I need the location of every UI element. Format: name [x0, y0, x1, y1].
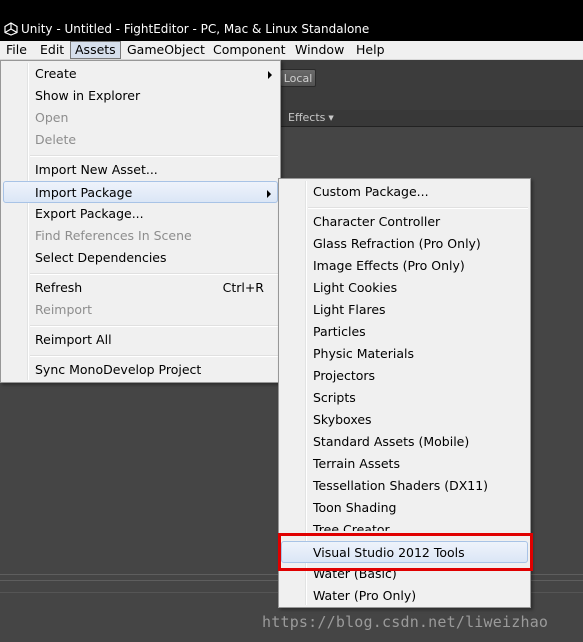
menu-item-label: Water (Pro Only) — [313, 588, 417, 603]
menu-item-label: Scripts — [313, 390, 356, 405]
menu-item-import-new-asset[interactable]: Import New Asset... — [3, 159, 278, 181]
package-item-scripts[interactable]: Scripts — [281, 387, 528, 409]
menu-item-label: Reimport All — [35, 332, 112, 347]
menu-edit[interactable]: Edit — [40, 41, 64, 59]
package-item-glass-refraction[interactable]: Glass Refraction (Pro Only) — [281, 233, 528, 255]
menu-item-label: Select Dependencies — [35, 250, 167, 265]
title-bar: Unity - Untitled - FightEditor - PC, Mac… — [0, 0, 583, 41]
menu-item-reimport-all[interactable]: Reimport All — [3, 329, 278, 351]
watermark-text: https://blog.csdn.net/liweizhao — [262, 613, 549, 631]
effects-dropdown[interactable]: Effects ▼ — [288, 110, 334, 126]
menu-item-label: Physic Materials — [313, 346, 414, 361]
menu-item-reimport: Reimport — [3, 299, 278, 321]
menu-shortcut: Ctrl+R — [222, 280, 264, 295]
menu-item-select-dependencies[interactable]: Select Dependencies — [3, 247, 278, 269]
menu-item-label: Open — [35, 110, 69, 125]
window-title: Unity - Untitled - FightEditor - PC, Mac… — [21, 22, 370, 36]
menu-item-label: Projectors — [313, 368, 376, 383]
menu-item-label: Character Controller — [313, 214, 441, 229]
menu-item-label: Delete — [35, 132, 77, 147]
menu-separator — [30, 325, 278, 327]
menu-item-custom-package[interactable]: Custom Package... — [281, 181, 528, 203]
menu-item-label: Show in Explorer — [35, 88, 141, 103]
package-item-light-flares[interactable]: Light Flares — [281, 299, 528, 321]
submenu-arrow-icon — [268, 71, 272, 79]
menu-item-label: Particles — [313, 324, 366, 339]
unity-logo-icon — [4, 22, 18, 36]
menu-item-label: Light Cookies — [313, 280, 398, 295]
menu-separator — [30, 273, 278, 275]
menu-item-label: Toon Shading — [313, 500, 397, 515]
menu-help[interactable]: Help — [356, 41, 385, 59]
menu-bar: File Edit Assets GameObject Component Wi… — [0, 41, 583, 60]
annotation-highlight-box — [278, 533, 533, 571]
menu-item-label: Import New Asset... — [35, 162, 158, 177]
menu-item-open: Open — [3, 107, 278, 129]
menu-item-label: Find References In Scene — [35, 228, 192, 243]
effects-label: Effects — [288, 111, 326, 124]
menu-item-label: Reimport — [35, 302, 93, 317]
menu-item-label: Create — [35, 66, 77, 81]
menu-item-sync-monodevelop[interactable]: Sync MonoDevelop Project — [3, 359, 278, 381]
submenu-arrow-icon — [267, 190, 271, 198]
menu-item-label: Export Package... — [35, 206, 144, 221]
package-item-terrain-assets[interactable]: Terrain Assets — [281, 453, 528, 475]
package-item-particles[interactable]: Particles — [281, 321, 528, 343]
pivot-local-button[interactable]: Local — [280, 69, 316, 87]
package-item-physic-materials[interactable]: Physic Materials — [281, 343, 528, 365]
menu-item-label: Tessellation Shaders (DX11) — [313, 478, 489, 493]
menu-assets[interactable]: Assets — [70, 41, 121, 59]
menu-file[interactable]: File — [6, 41, 27, 59]
package-item-skyboxes[interactable]: Skyboxes — [281, 409, 528, 431]
menu-item-label: Custom Package... — [313, 184, 429, 199]
menu-item-label: Image Effects (Pro Only) — [313, 258, 465, 273]
package-item-light-cookies[interactable]: Light Cookies — [281, 277, 528, 299]
dropdown-arrow-icon: ▼ — [328, 114, 334, 122]
package-item-toon-shading[interactable]: Toon Shading — [281, 497, 528, 519]
menu-item-refresh[interactable]: Refresh Ctrl+R — [3, 277, 278, 299]
menu-item-label: Skyboxes — [313, 412, 372, 427]
assets-menu: Create Show in Explorer Open Delete Impo… — [0, 60, 281, 383]
menu-item-label: Standard Assets (Mobile) — [313, 434, 470, 449]
menu-item-import-package[interactable]: Import Package — [3, 181, 278, 203]
menu-item-label: Sync MonoDevelop Project — [35, 362, 202, 377]
menu-item-label: Tree Creator — [313, 522, 390, 531]
menu-item-label: Terrain Assets — [313, 456, 400, 471]
menu-separator — [30, 355, 278, 357]
package-item-projectors[interactable]: Projectors — [281, 365, 528, 387]
menu-item-delete: Delete — [3, 129, 278, 151]
menu-item-label: Refresh — [35, 280, 83, 295]
menu-item-create[interactable]: Create — [3, 63, 278, 85]
menu-item-show-in-explorer[interactable]: Show in Explorer — [3, 85, 278, 107]
menu-item-export-package[interactable]: Export Package... — [3, 203, 278, 225]
menu-separator — [30, 155, 278, 157]
menu-separator — [308, 207, 528, 209]
menu-window[interactable]: Window — [295, 41, 344, 59]
package-item-character-controller[interactable]: Character Controller — [281, 211, 528, 233]
package-item-image-effects[interactable]: Image Effects (Pro Only) — [281, 255, 528, 277]
menu-item-find-references: Find References In Scene — [3, 225, 278, 247]
menu-component[interactable]: Component — [213, 41, 286, 59]
package-item-tree-creator[interactable]: Tree Creator — [281, 519, 528, 531]
menu-item-label: Glass Refraction (Pro Only) — [313, 236, 481, 251]
menu-gameobject[interactable]: GameObject — [127, 41, 205, 59]
menu-item-label: Light Flares — [313, 302, 386, 317]
menu-item-label: Import Package — [35, 185, 133, 200]
package-item-water-pro[interactable]: Water (Pro Only) — [281, 585, 528, 607]
package-item-tessellation-shaders[interactable]: Tessellation Shaders (DX11) — [281, 475, 528, 497]
package-item-standard-assets-mobile[interactable]: Standard Assets (Mobile) — [281, 431, 528, 453]
